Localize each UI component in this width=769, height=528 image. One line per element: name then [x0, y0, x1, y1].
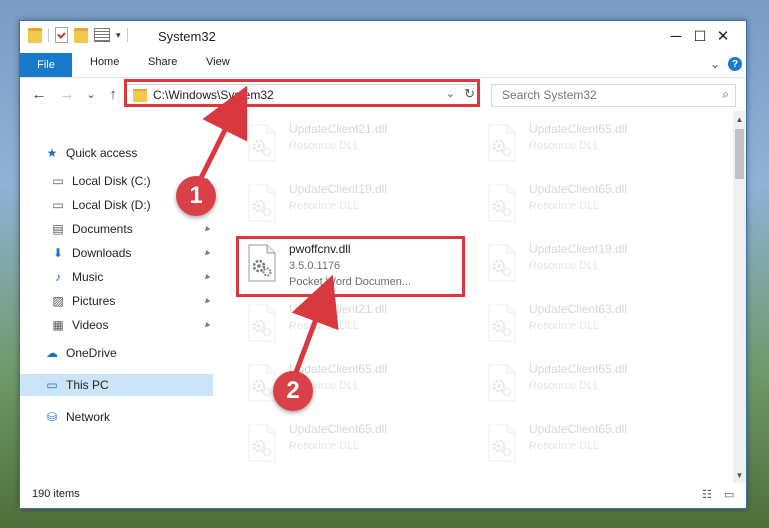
step-marker-1: 1 — [176, 176, 216, 216]
annotation-arrows — [197, 85, 339, 376]
arrow-1 — [197, 85, 248, 182]
step-marker-2: 2 — [273, 371, 313, 411]
arrow-2 — [291, 274, 339, 376]
